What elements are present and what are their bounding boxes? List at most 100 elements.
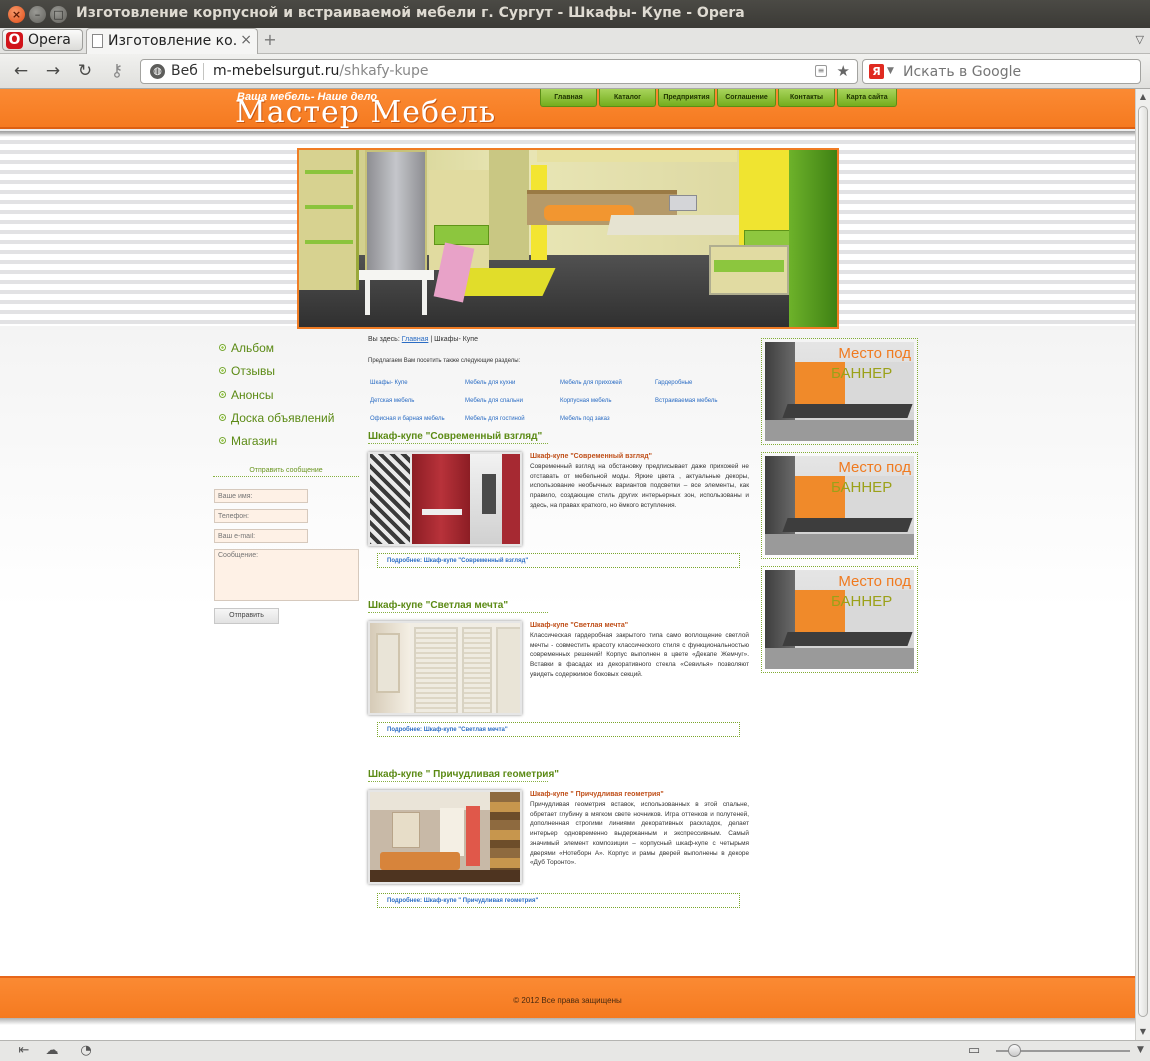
side-menu-item-shop[interactable]: Магазин [219,434,277,454]
zoom-slider-knob[interactable] [1008,1044,1021,1057]
tab-active[interactable]: Изготовление ко... × [86,28,258,54]
breadcrumb-current: Шкафы- Купе [434,336,478,343]
web-label: Веб [171,63,198,79]
footer-shadow [0,1018,1135,1025]
section-link-office-bar[interactable]: Офисная и барная мебель [370,416,445,422]
top-menu-item-contacts[interactable]: Контакты [778,89,835,107]
side-menu-item-bulletin-board[interactable]: Доска объявлений [219,411,334,431]
banner-image-kids-room [297,148,839,329]
top-menu-item-sitemap[interactable]: Карта сайта [837,89,897,107]
tab-list-chevron-icon[interactable]: ▽ [1136,33,1144,46]
address-bar[interactable]: ◍ Веб m-mebelsurgut.ru/shkafy-kupe ≡ ★ [140,59,858,84]
bullet-icon [219,437,226,444]
vertical-scrollbar[interactable]: ▲ ▼ [1135,89,1150,1040]
section-link-bedroom[interactable]: Мебель для спальни [465,398,523,404]
ad-banner-image: Место под БАННЕР [765,456,914,555]
name-field[interactable] [214,489,308,503]
phone-field[interactable] [214,509,308,523]
window-minimize-button[interactable]: – [29,6,46,23]
side-menu-item-reviews[interactable]: Отзывы [219,364,275,384]
send-button[interactable]: Отправить [214,608,279,624]
ad-banner-text-bottom: БАННЕР [831,365,893,382]
section-link-living-room[interactable]: Мебель для гостиной [465,416,525,422]
scroll-down-arrow-icon[interactable]: ▼ [1136,1025,1150,1039]
panel-toggle-icon[interactable]: ⇤ [16,1043,32,1059]
back-arrow-icon[interactable]: ← [10,60,32,82]
section-link-cabinet[interactable]: Корпусная мебель [560,398,611,404]
product-title-modern-view[interactable]: Шкаф-купе "Современный взгляд" [368,431,548,444]
top-menu-item-catalog[interactable]: Каталог [599,89,656,107]
message-field[interactable] [214,549,359,601]
top-menu-item-agreement[interactable]: Соглашение [717,89,776,107]
window-maximize-button[interactable]: □ [50,6,67,23]
cloud-sync-icon[interactable]: ☁ [44,1043,60,1059]
url-text[interactable]: m-mebelsurgut.ru/shkafy-kupe [213,63,429,79]
product-title-bizarre-geometry[interactable]: Шкаф-купе " Причудливая геометрия" [368,769,559,782]
more-link-modern-view[interactable]: Подробнее: Шкаф-купе "Современный взгляд… [377,553,740,568]
site-header: Ваша мебель- Наше дело Мастер Мебель Гла… [0,89,1135,130]
section-link-kids[interactable]: Детская мебель [370,398,414,404]
window-close-button[interactable]: × [8,6,25,23]
breadcrumb-home-link[interactable]: Главная [402,336,429,343]
product-description-modern-view: Современный взгляд на обстановку предпис… [530,463,749,509]
product-name-modern-view[interactable]: Шкаф-купе "Современный взгляд" [530,453,652,460]
side-menu-label: Доска объявлений [231,411,335,425]
zoom-menu-chevron-icon[interactable]: ▼ [1137,1045,1144,1055]
section-link-kitchen[interactable]: Мебель для кухни [465,380,515,386]
section-link-dressing-rooms[interactable]: Гардеробные [655,380,692,386]
product-image-modern-view[interactable] [368,452,522,546]
section-link-custom[interactable]: Мебель под заказ [560,416,610,422]
header-shadow [0,131,1135,137]
window-title: Изготовление корпусной и встраиваемой ме… [76,5,745,21]
section-link-built-in[interactable]: Встраиваемая мебель [655,398,717,404]
forward-arrow-icon[interactable]: → [42,60,64,82]
key-icon[interactable]: ⚷ [106,60,128,82]
ad-banner-1[interactable]: Место под БАННЕР [761,338,918,445]
ad-banner-2[interactable]: Место под БАННЕР [761,452,918,559]
top-menu-item-home[interactable]: Главная [540,89,597,107]
side-menu-item-album[interactable]: Альбом [219,341,274,361]
side-menu-label: Отзывы [231,364,275,378]
product-title-bright-dream[interactable]: Шкаф-купе "Светлая мечта" [368,600,548,613]
navigation-toolbar: ← → ↻ ⚷ ◍ Веб m-mebelsurgut.ru/shkafy-ku… [0,54,1150,89]
more-link-bizarre-geometry[interactable]: Подробнее: Шкаф-купе " Причудливая геоме… [377,893,740,908]
message-form-title: Отправить сообщение [213,467,359,477]
reload-icon[interactable]: ↻ [74,60,96,82]
top-menu-item-companies[interactable]: Предприятия [658,89,715,107]
breadcrumb: Вы здесь: Главная | Шкафы- Купе [368,336,478,343]
tab-title: Изготовление ко... [108,33,236,49]
product-image-bright-dream[interactable] [368,621,522,715]
ad-banner-text-top: Место под [838,459,911,476]
ad-banner-image: Место под БАННЕР [765,570,914,669]
email-field[interactable] [214,529,308,543]
side-menu-label: Анонсы [231,388,274,402]
breadcrumb-prefix: Вы здесь: [368,336,400,343]
scrollbar-thumb[interactable] [1138,106,1148,1017]
new-tab-icon[interactable]: + [262,32,278,48]
tab-close-icon[interactable]: × [240,32,252,48]
product-name-bright-dream[interactable]: Шкаф-купе "Светлая мечта" [530,622,628,629]
product-name-bizarre-geometry[interactable]: Шкаф-купе " Причудливая геометрия" [530,791,664,798]
bullet-icon [219,414,226,421]
site-logo[interactable]: Мастер Мебель [235,95,496,130]
search-engine-chevron-icon[interactable]: ▼ [887,66,894,76]
opera-menu-label: Opera [28,32,71,48]
search-box[interactable]: Я ▼ [862,59,1141,84]
product-description-bizarre-geometry: Причудливая геометрия вставок, использов… [530,801,749,867]
more-link-bright-dream[interactable]: Подробнее: Шкаф-купе "Светлая мечта" [377,722,740,737]
section-link-hallway[interactable]: Мебель для прихожей [560,380,622,386]
bookmark-star-icon[interactable]: ★ [837,62,850,80]
ad-banner-3[interactable]: Место под БАННЕР [761,566,918,673]
yandex-icon[interactable]: Я [869,64,884,79]
product-image-bizarre-geometry[interactable] [368,790,522,884]
url-path: /shkafy-kupe [339,63,429,79]
ad-banner-text-bottom: БАННЕР [831,593,893,610]
search-input[interactable] [903,62,1135,81]
view-options-icon[interactable]: ▭ [966,1043,982,1059]
opera-menu-button[interactable]: O Opera [2,29,83,51]
rss-icon[interactable]: ≡ [815,65,827,77]
scroll-up-arrow-icon[interactable]: ▲ [1136,90,1150,104]
speed-dial-icon[interactable]: ◔ [78,1043,94,1059]
section-link-wardrobes-kupe[interactable]: Шкафы- Купе [370,380,408,386]
side-menu-item-announcements[interactable]: Анонсы [219,388,274,408]
